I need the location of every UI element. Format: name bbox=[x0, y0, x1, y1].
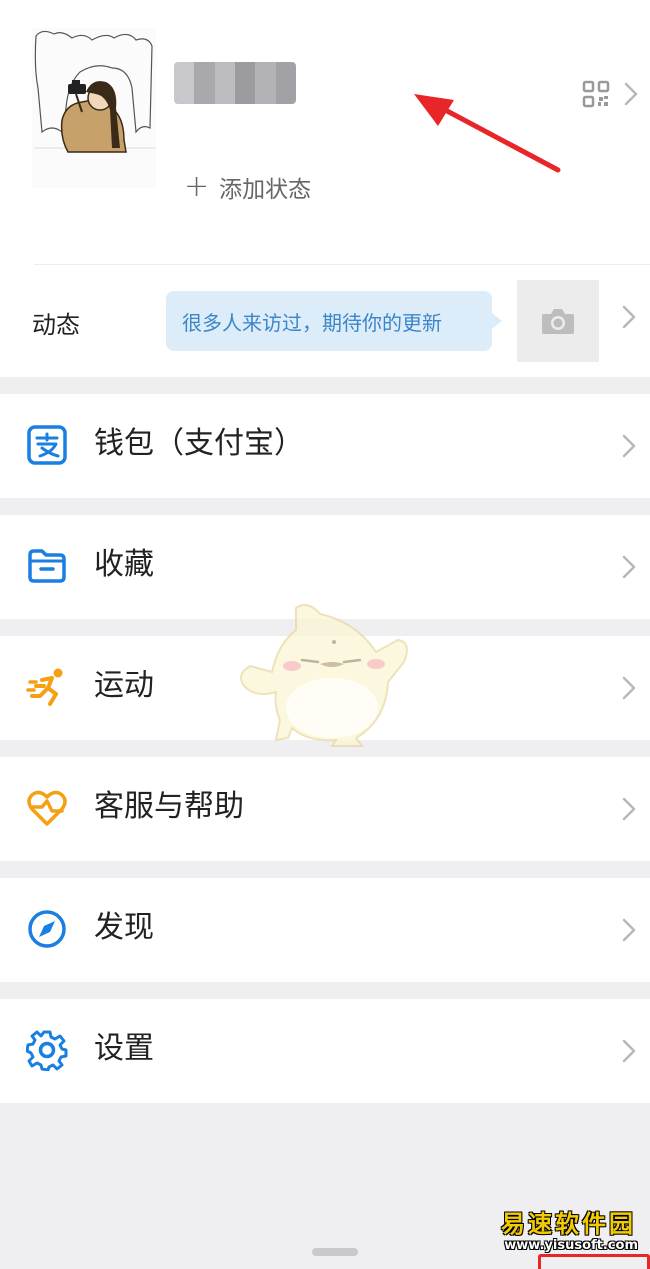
running-icon bbox=[26, 666, 68, 708]
plus-icon: + bbox=[184, 169, 210, 204]
menu-item-label: 收藏 bbox=[94, 547, 154, 582]
moments-row[interactable]: 动态 很多人来访过，期待你的更新 bbox=[0, 265, 650, 377]
chevron-right-icon bbox=[620, 916, 638, 944]
qr-code-icon[interactable] bbox=[582, 80, 610, 108]
menu-item-support[interactable]: 客服与帮助 bbox=[0, 757, 650, 861]
menu-item-wallet[interactable]: 钱包（支付宝） bbox=[0, 394, 650, 498]
chevron-right-icon bbox=[620, 795, 638, 823]
profile-header: + 添加状态 bbox=[0, 0, 650, 265]
moments-bubble[interactable]: 很多人来访过，期待你的更新 bbox=[166, 291, 502, 351]
menu-item-label: 运动 bbox=[94, 668, 154, 703]
folder-icon bbox=[26, 545, 68, 587]
chevron-right-icon[interactable] bbox=[622, 80, 640, 108]
camera-icon[interactable] bbox=[517, 280, 599, 362]
alipay-icon bbox=[26, 424, 68, 466]
mascot-sticker bbox=[240, 604, 408, 747]
add-status-button[interactable]: + 添加状态 bbox=[184, 170, 311, 204]
menu-item-discover[interactable]: 发现 bbox=[0, 878, 650, 982]
avatar[interactable] bbox=[32, 28, 156, 188]
compass-icon bbox=[26, 908, 68, 950]
home-indicator[interactable] bbox=[312, 1248, 358, 1256]
add-status-label: 添加状态 bbox=[219, 177, 312, 203]
chevron-right-icon bbox=[620, 432, 638, 460]
watermark-title: 易速软件园 bbox=[501, 1209, 636, 1238]
menu-item-settings[interactable]: 设置 bbox=[0, 999, 650, 1103]
menu-item-label: 设置 bbox=[94, 1031, 154, 1066]
moments-label: 动态 bbox=[32, 311, 80, 339]
moments-bubble-text: 很多人来访过，期待你的更新 bbox=[182, 310, 442, 335]
nickname-blurred[interactable] bbox=[174, 62, 296, 104]
watermark-url: www.yisusoft.com bbox=[504, 1238, 638, 1253]
menu-item-label: 钱包（支付宝） bbox=[94, 426, 304, 461]
heart-support-icon bbox=[26, 787, 68, 829]
menu-item-label: 客服与帮助 bbox=[94, 789, 244, 824]
gear-icon bbox=[25, 1029, 68, 1072]
chevron-right-icon bbox=[620, 1037, 638, 1065]
annotation-highlight-box bbox=[538, 1254, 650, 1269]
menu-item-label: 发现 bbox=[94, 910, 154, 945]
watermark: 易速软件园 www.yisusoft.com bbox=[486, 1204, 646, 1260]
chevron-right-icon[interactable] bbox=[620, 303, 638, 331]
chevron-right-icon bbox=[620, 674, 638, 702]
chevron-right-icon bbox=[620, 553, 638, 581]
annotation-arrow bbox=[414, 94, 561, 173]
